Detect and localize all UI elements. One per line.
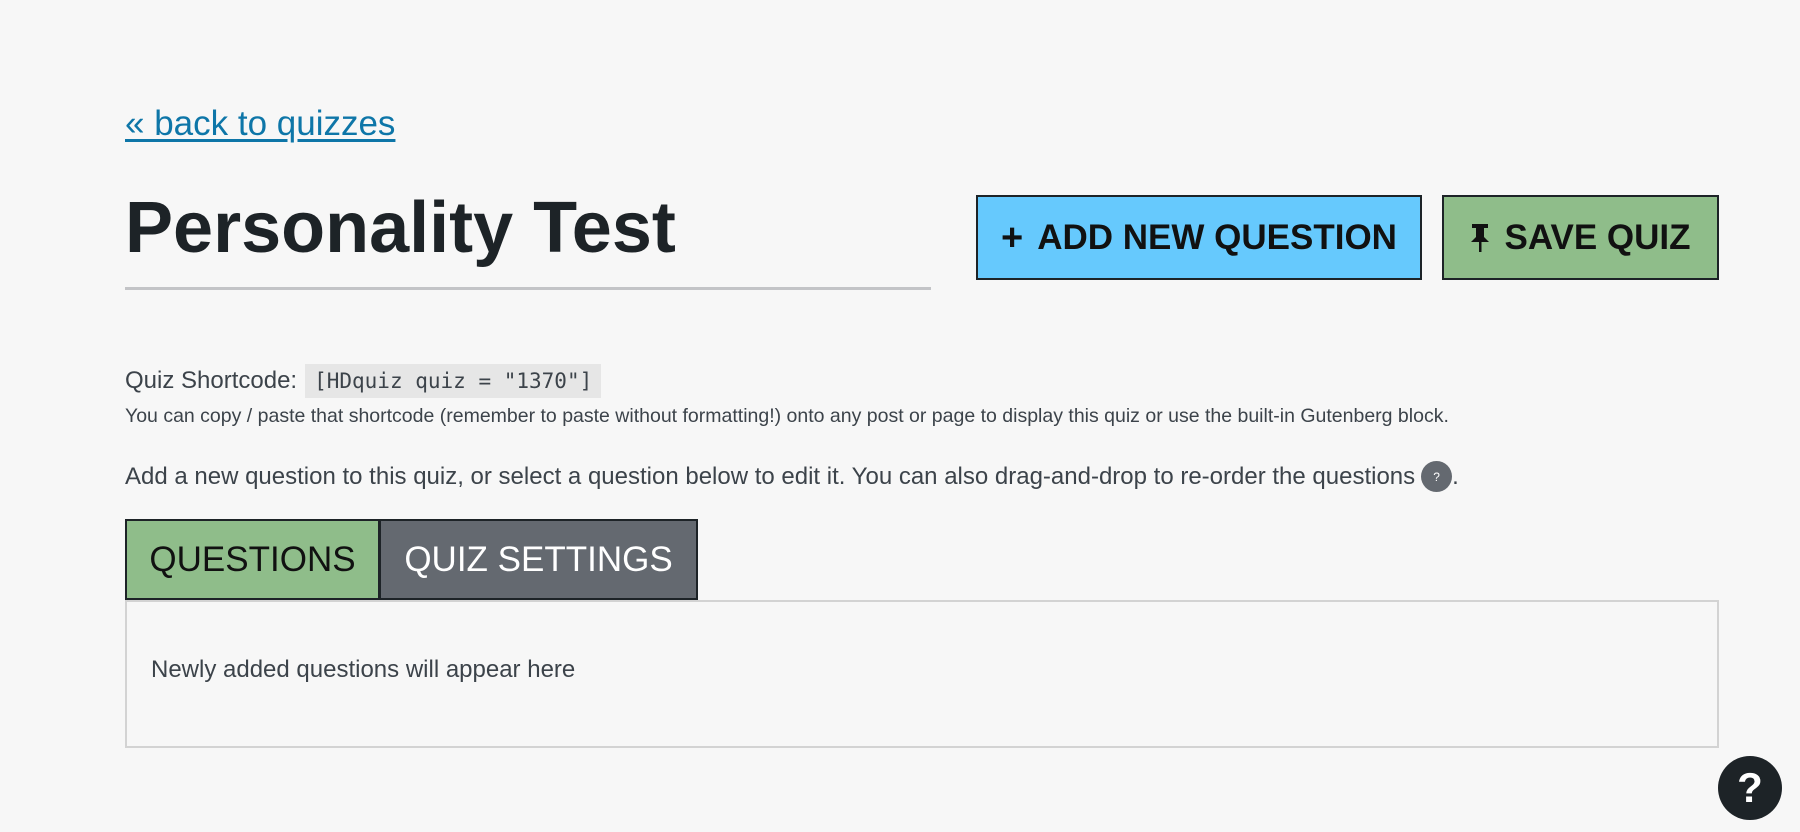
page-title: Personality Test: [125, 188, 931, 290]
tab-questions[interactable]: QUESTIONS: [125, 519, 380, 600]
plus-icon: +: [1001, 216, 1024, 259]
shortcode-code[interactable]: [HDquiz quiz = "1370"]: [305, 364, 602, 398]
pin-icon: [1470, 223, 1490, 253]
shortcode-help-text: You can copy / paste that shortcode (rem…: [125, 405, 1449, 427]
shortcode-label: Quiz Shortcode:: [125, 367, 298, 394]
quiz-tabs: QUESTIONS QUIZ SETTINGS: [125, 519, 698, 600]
save-quiz-button[interactable]: SAVE QUIZ: [1442, 195, 1719, 280]
help-fab-button[interactable]: ?: [1718, 756, 1782, 820]
empty-questions-message: Newly added questions will appear here: [151, 656, 576, 683]
shortcode-row: Quiz Shortcode: [HDquiz quiz = "1370"]: [125, 364, 602, 398]
add-new-question-label: ADD NEW QUESTION: [1037, 217, 1397, 257]
instructions-period: .: [1452, 462, 1459, 490]
reorder-help-icon[interactable]: ?: [1421, 461, 1453, 492]
instructions-text: Add a new question to this quiz, or sele…: [125, 462, 1416, 490]
add-new-question-button[interactable]: + ADD NEW QUESTION: [976, 195, 1422, 280]
title-row: Personality Test + ADD NEW QUESTION SAVE…: [125, 188, 1719, 298]
instructions: Add a new question to this quiz, or sele…: [125, 461, 1459, 492]
back-to-quizzes-link[interactable]: « back to quizzes: [125, 104, 395, 144]
save-quiz-label: SAVE QUIZ: [1504, 217, 1691, 257]
tab-quiz-settings[interactable]: QUIZ SETTINGS: [380, 519, 698, 600]
